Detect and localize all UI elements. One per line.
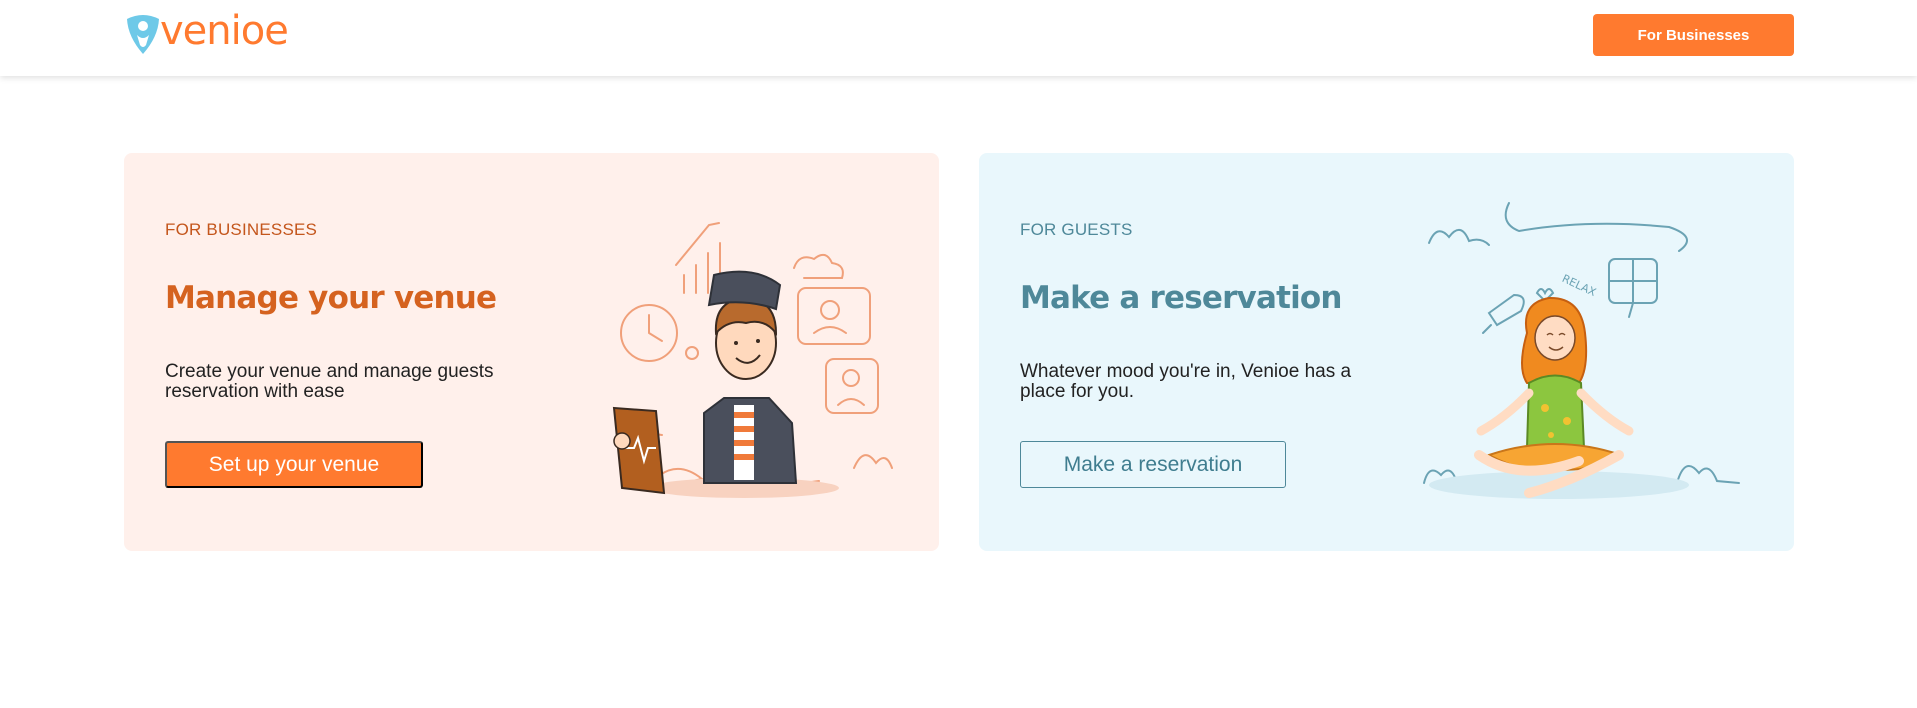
business-manager-illustration xyxy=(612,222,893,498)
top-header: venioe For Businesses xyxy=(0,0,1917,76)
business-card: FOR BUSINESSES Manage your venue Create … xyxy=(124,153,939,551)
make-reservation-button[interactable]: Make a reservation xyxy=(1020,441,1286,488)
business-eyebrow: FOR BUSINESSES xyxy=(165,220,318,239)
business-description: Create your venue and manage guests rese… xyxy=(165,361,494,402)
for-businesses-button[interactable]: For Businesses xyxy=(1593,14,1794,56)
logo-text: venioe xyxy=(160,8,289,54)
relax-doodle-text: RELAX xyxy=(1560,272,1599,299)
venioe-logo[interactable]: venioe xyxy=(124,8,289,56)
guest-relaxing-illustration: RELAX xyxy=(1423,202,1740,499)
guest-description: Whatever mood you're in, Venioe has a pl… xyxy=(1020,361,1352,402)
logo-pin-icon xyxy=(127,15,159,54)
business-title: Manage your venue xyxy=(165,280,497,316)
guest-eyebrow: FOR GUESTS xyxy=(1020,220,1133,239)
set-up-venue-button[interactable]: Set up your venue xyxy=(165,441,423,488)
guest-title: Make a reservation xyxy=(1020,280,1343,316)
guest-card: FOR GUESTS Make a reservation Whatever m… xyxy=(979,153,1794,551)
